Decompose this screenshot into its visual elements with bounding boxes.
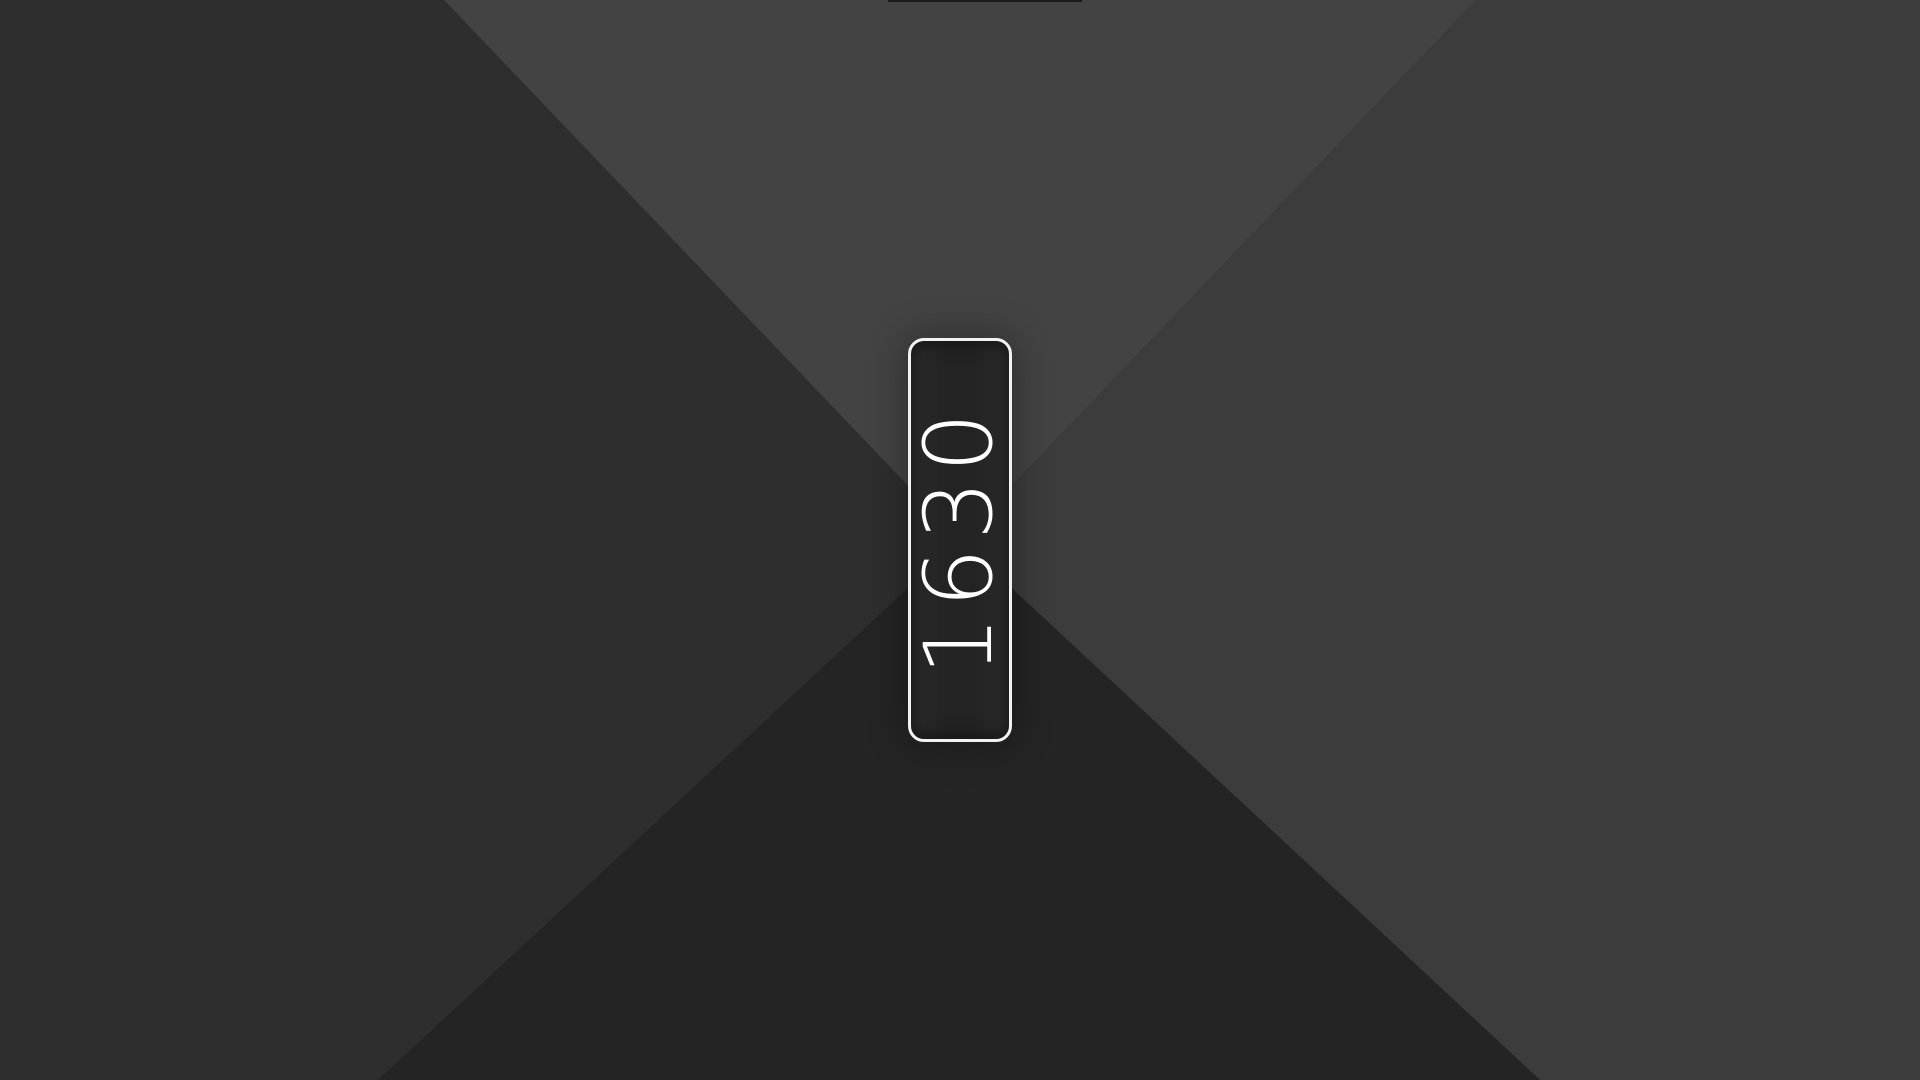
top-edge-indicator <box>888 0 1082 2</box>
stage: 1630 <box>0 0 1920 1080</box>
counter-display: 1630 <box>905 338 1014 742</box>
counter-value: 1630 <box>905 404 1014 676</box>
